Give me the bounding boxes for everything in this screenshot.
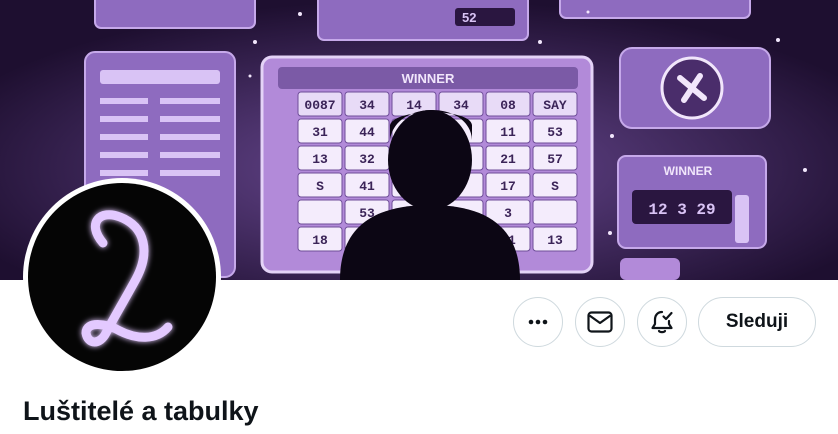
banner-grid-text: 32 xyxy=(359,152,375,167)
banner-grid-text: S xyxy=(316,179,324,194)
banner-grid-text: 08 xyxy=(500,98,516,113)
more-button[interactable] xyxy=(513,297,563,347)
banner-grid-text: 21 xyxy=(500,152,516,167)
banner-board-title: WINNER xyxy=(402,71,455,86)
banner-grid-text: 11 xyxy=(500,125,516,140)
banner-grid-text: S xyxy=(551,179,559,194)
avatar-image xyxy=(28,183,216,371)
banner-grid-text: 3 xyxy=(504,206,512,221)
bell-check-icon xyxy=(651,310,673,334)
banner-grid-text: SAY xyxy=(543,98,567,113)
avatar[interactable] xyxy=(23,178,221,376)
banner-grid-text: 14 xyxy=(406,98,422,113)
banner-grid-text: 53 xyxy=(547,125,563,140)
avatar-letter-l-icon xyxy=(81,210,173,347)
more-icon xyxy=(528,319,548,325)
banner-grid-text: 18 xyxy=(312,233,328,248)
banner-grid-text: 0087 xyxy=(304,98,335,113)
banner-side-winner: WINNER xyxy=(664,164,713,178)
profile-display-name: Luštitelé a tabulky xyxy=(23,396,259,426)
banner-grid-text: 34 xyxy=(453,98,469,113)
banner-grid-cell xyxy=(532,199,578,225)
banner-grid-text: 31 xyxy=(312,125,328,140)
banner-counter: 12 3 29 xyxy=(648,201,715,219)
banner-grid-text: 13 xyxy=(547,233,563,248)
banner-top-counter: 52 xyxy=(462,10,476,25)
mail-icon xyxy=(587,311,613,333)
banner-grid-cell xyxy=(297,199,343,225)
message-button[interactable] xyxy=(575,297,625,347)
banner-grid-text: 41 xyxy=(359,179,375,194)
banner-grid-text: 57 xyxy=(547,152,563,167)
banner-grid-text: 17 xyxy=(500,179,516,194)
banner-grid-text: 13 xyxy=(312,152,328,167)
banner-grid-text: 44 xyxy=(359,125,375,140)
following-button[interactable]: Sleduji xyxy=(698,297,816,347)
banner-grid-text: 34 xyxy=(359,98,375,113)
notifications-button[interactable] xyxy=(637,297,687,347)
